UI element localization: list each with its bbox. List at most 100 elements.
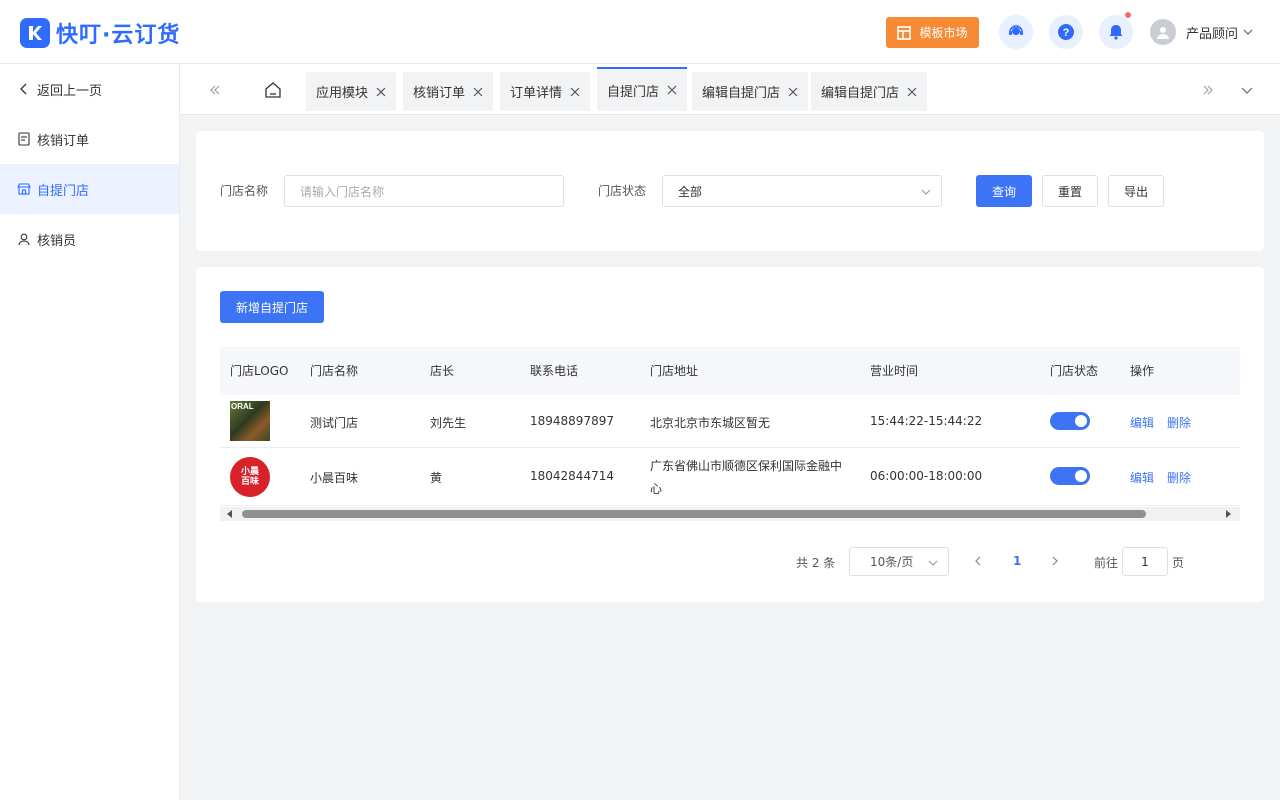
column-header: 门店名称: [310, 364, 359, 378]
sidebar-item-label: 核销员: [37, 233, 77, 249]
sidebar-item-back[interactable]: 返回上一页: [0, 64, 179, 114]
notification-dot: [1125, 12, 1131, 18]
column-header: 店长: [430, 364, 455, 378]
customer-service-button[interactable]: [999, 15, 1033, 49]
tab-edit-pickup-store-2[interactable]: 编辑自提门店: [811, 72, 928, 111]
goto-label: 前往: [1094, 556, 1119, 570]
toggle-knob: [1075, 470, 1087, 482]
add-pickup-store-button[interactable]: 新增自提门店: [220, 291, 324, 323]
column-header: 营业时间: [870, 364, 919, 378]
notification-button[interactable]: [1099, 12, 1133, 49]
template-market-button[interactable]: 模板市场: [886, 17, 979, 48]
filter-card: 门店名称 请输入门店名称 门店状态 全部 查询 重置 导出: [196, 131, 1264, 251]
pagination-total: 共 2 条: [796, 556, 836, 570]
template-icon: [897, 25, 912, 40]
export-button[interactable]: 导出: [1108, 175, 1164, 207]
column-header: 门店状态: [1050, 364, 1099, 378]
goto-page-input[interactable]: 1: [1122, 547, 1168, 576]
delete-link[interactable]: 删除: [1167, 469, 1191, 486]
tab-scroll-left[interactable]: [206, 81, 224, 99]
store-icon: [17, 182, 31, 196]
table-row: ORAL 测试门店 刘先生 18948897897 北京北京市东城区暂无 15:…: [220, 395, 1240, 448]
store-logo-text: 小晨百味: [240, 467, 259, 487]
next-page-icon[interactable]: [1050, 556, 1060, 566]
table-header: 门店LOGO 门店名称 店长 联系电话 门店地址 营业时间 门店状态 操作: [220, 347, 1240, 395]
edit-link[interactable]: 编辑: [1130, 469, 1154, 486]
app-logo[interactable]: 快叮·云订货: [20, 17, 180, 49]
store-manager: 刘先生: [430, 416, 467, 430]
store-status-toggle[interactable]: [1050, 467, 1090, 485]
query-button[interactable]: 查询: [976, 175, 1032, 207]
reset-button[interactable]: 重置: [1042, 175, 1098, 207]
tab-order-detail[interactable]: 订单详情: [500, 72, 591, 111]
store-status-select[interactable]: 全部: [662, 175, 942, 207]
store-status-label: 门店状态: [598, 184, 647, 198]
close-icon[interactable]: [570, 87, 580, 97]
close-icon[interactable]: [907, 87, 917, 97]
scroll-right-arrow-icon[interactable]: [1224, 510, 1232, 518]
store-hours: 15:44:22-15:44:22: [870, 414, 983, 428]
store-address: 广东省佛山市顺德区保利国际金融中: [650, 459, 843, 473]
tab-home[interactable]: [264, 81, 282, 99]
tab-scroll-right[interactable]: [1199, 81, 1217, 99]
person-icon: [17, 232, 31, 246]
home-icon: [265, 82, 281, 98]
store-list-card: 新增自提门店 门店LOGO 门店名称 店长 联系电话 门店地址 营业时间 门店状…: [196, 267, 1264, 602]
store-status-toggle[interactable]: [1050, 412, 1090, 430]
tab-verify-orders[interactable]: 核销订单: [403, 72, 494, 111]
chevron-down-icon: [1243, 29, 1253, 35]
svg-text:?: ?: [1063, 27, 1070, 39]
tab-label: 应用模块: [316, 86, 369, 101]
chevron-down-icon: [1241, 87, 1253, 94]
sidebar-item-verifiers[interactable]: 核销员: [0, 214, 179, 264]
user-menu[interactable]: 产品顾问: [1150, 19, 1253, 45]
chevron-down-icon: [928, 560, 938, 566]
tab-dropdown[interactable]: [1238, 81, 1256, 99]
close-icon[interactable]: [376, 87, 386, 97]
table-row: 小晨百味 小晨百味 黄 18042844714 广东省佛山市顺德区保利国际金融中…: [220, 448, 1240, 506]
edit-link[interactable]: 编辑: [1130, 414, 1154, 431]
sidebar-item-verify-orders[interactable]: 核销订单: [0, 114, 179, 164]
tab-label: 订单详情: [510, 86, 563, 101]
column-header: 门店LOGO: [230, 364, 289, 378]
store-phone: 18042844714: [530, 469, 614, 483]
column-header: 门店地址: [650, 364, 699, 378]
tab-app-modules[interactable]: 应用模块: [306, 72, 397, 111]
scrollbar-thumb[interactable]: [242, 510, 1146, 518]
sidebar: 返回上一页 核销订单 自提门店 核销员: [0, 64, 180, 800]
user-avatar-icon: [1157, 27, 1169, 39]
bell-icon: [1109, 25, 1123, 40]
sidebar-item-label: 自提门店: [37, 183, 90, 199]
logo-text: 快叮·云订货: [56, 23, 181, 48]
chevron-left-icon: [17, 82, 31, 96]
help-button[interactable]: ?: [1049, 15, 1083, 49]
sidebar-item-pickup-stores[interactable]: 自提门店: [0, 164, 179, 214]
store-logo-text: ORAL: [231, 402, 254, 411]
tab-label: 编辑自提门店: [702, 86, 781, 101]
page-size-select[interactable]: 10条/页: [849, 547, 949, 576]
delete-link[interactable]: 删除: [1167, 414, 1191, 431]
help-icon: ?: [1058, 24, 1074, 40]
close-icon[interactable]: [473, 87, 483, 97]
column-header: 联系电话: [530, 364, 579, 378]
column-header: 操作: [1130, 364, 1155, 378]
close-icon[interactable]: [788, 87, 798, 97]
tab-bar: 应用模块 核销订单 订单详情 自提门店 编辑自提门店 编辑自提门店: [180, 64, 1280, 115]
tab-edit-pickup-store-1[interactable]: 编辑自提门店: [692, 72, 809, 111]
store-name-input[interactable]: 请输入门店名称: [284, 175, 564, 207]
avatar: [1150, 19, 1176, 45]
chevron-down-icon: [921, 189, 931, 195]
prev-page-icon[interactable]: [973, 556, 983, 566]
sidebar-item-label: 核销订单: [37, 133, 90, 149]
tab-pickup-stores[interactable]: 自提门店: [597, 67, 688, 111]
current-page[interactable]: 1: [1013, 554, 1021, 568]
store-phone: 18948897897: [530, 414, 614, 428]
double-chevron-left-icon: [210, 85, 220, 95]
template-market-label: 模板市场: [919, 26, 968, 40]
scroll-left-arrow-icon[interactable]: [226, 510, 234, 518]
double-chevron-right-icon: [1203, 85, 1213, 95]
logo-mark-icon: [20, 18, 50, 48]
tab-label: 自提门店: [607, 84, 660, 100]
table-horizontal-scrollbar[interactable]: [220, 507, 1240, 521]
close-icon[interactable]: [667, 85, 677, 95]
